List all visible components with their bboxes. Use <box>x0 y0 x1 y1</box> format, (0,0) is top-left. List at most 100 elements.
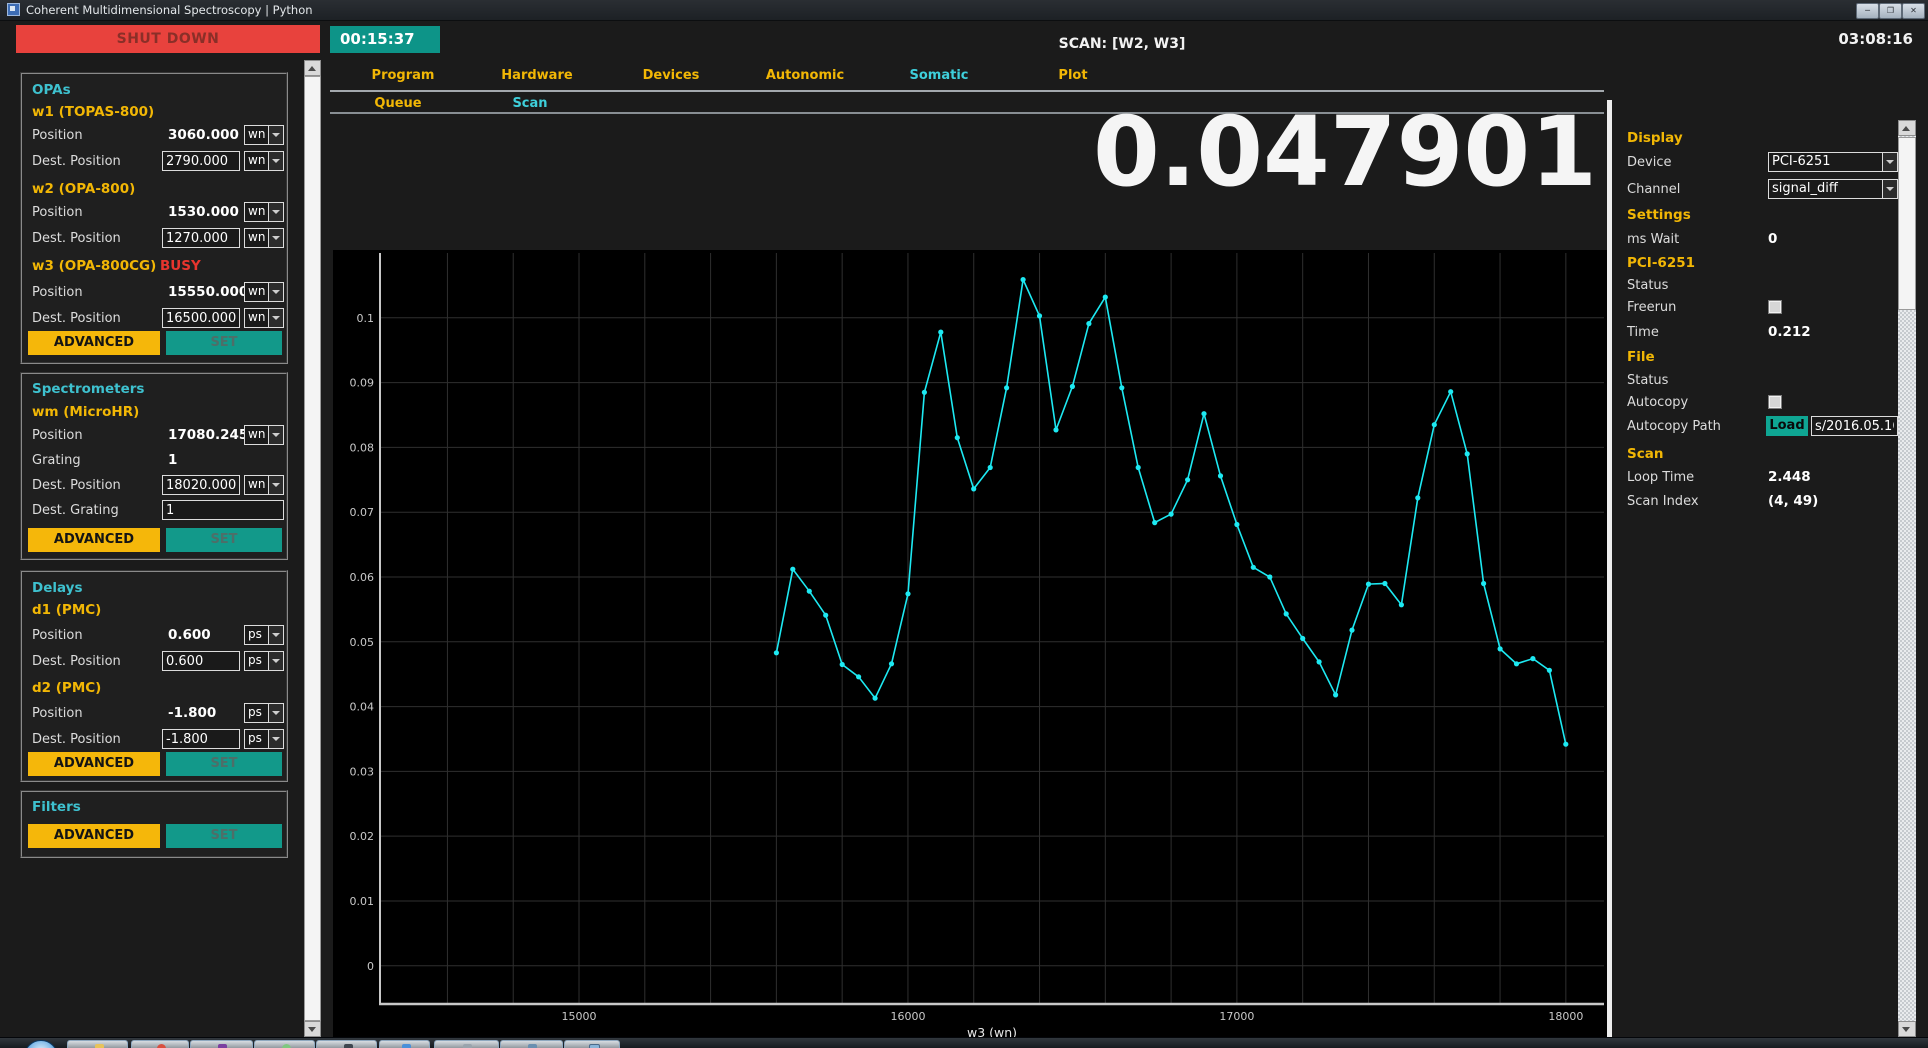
taskbar-app-2[interactable] <box>131 1040 189 1048</box>
w1-position-units-select[interactable]: wn <box>244 125 284 145</box>
ms-wait-value: 0 <box>1768 231 1777 247</box>
wm-grating-value: 1 <box>168 452 177 468</box>
channel-label: Channel <box>1627 182 1680 197</box>
d1-dest-input[interactable] <box>162 651 240 671</box>
chevron-down-icon[interactable] <box>268 152 283 170</box>
chevron-down-icon[interactable] <box>268 309 283 327</box>
chevron-down-icon[interactable] <box>268 704 283 722</box>
freerun-checkbox[interactable] <box>1768 300 1782 314</box>
scroll-up-icon[interactable] <box>1898 120 1916 136</box>
time-value: 0.212 <box>1768 324 1811 340</box>
scroll-down-icon[interactable] <box>1898 1021 1916 1037</box>
chevron-down-icon[interactable] <box>268 476 283 494</box>
svg-text:0.1: 0.1 <box>357 312 375 325</box>
d2-dest-input[interactable] <box>162 729 240 749</box>
taskbar-app-1[interactable] <box>67 1040 128 1048</box>
svg-text:0.09: 0.09 <box>350 377 375 390</box>
tab-hardware[interactable]: Hardware <box>470 64 604 88</box>
app-icon <box>528 1044 537 1048</box>
start-button[interactable] <box>24 1040 58 1048</box>
tab-devices[interactable]: Devices <box>604 64 738 88</box>
chevron-down-icon[interactable] <box>268 203 283 221</box>
autocopy-path-label: Autocopy Path <box>1627 419 1721 434</box>
chevron-down-icon[interactable] <box>268 626 283 644</box>
wm-dest-units-select[interactable]: wn <box>244 475 284 495</box>
taskbar-app-3[interactable] <box>190 1040 253 1048</box>
taskbar-app-5[interactable] <box>316 1040 377 1048</box>
right-panel-scrollbar[interactable] <box>1898 120 1916 1037</box>
w1-dest-input[interactable] <box>162 151 240 171</box>
opas-advanced-button[interactable]: ADVANCED <box>28 331 160 355</box>
svg-text:0.03: 0.03 <box>350 765 375 778</box>
taskbar-app-4[interactable] <box>254 1040 315 1048</box>
autocopy-path-input[interactable] <box>1811 416 1898 436</box>
svg-text:0.02: 0.02 <box>350 830 375 843</box>
w3-busy-badge: BUSY <box>160 258 201 274</box>
svg-text:0.06: 0.06 <box>350 571 375 584</box>
delays-advanced-button[interactable]: ADVANCED <box>28 752 160 776</box>
d1-position-units-select[interactable]: ps <box>244 625 284 645</box>
w3-dest-units-select[interactable]: wn <box>244 308 284 328</box>
chevron-down-icon[interactable] <box>268 652 283 670</box>
chevron-down-icon[interactable] <box>268 126 283 144</box>
chevron-down-icon[interactable] <box>1882 180 1897 198</box>
w1-dest-units-select[interactable]: wn <box>244 151 284 171</box>
d2-dest-units-select[interactable]: ps <box>244 729 284 749</box>
scan-plot-canvas: 00.010.020.030.040.050.060.070.080.090.1… <box>333 250 1607 1037</box>
w3-position-units-select[interactable]: wn <box>244 282 284 302</box>
tab-autonomic[interactable]: Autonomic <box>738 64 872 88</box>
subtab-queue[interactable]: Queue <box>336 94 460 114</box>
spectrometers-set-button[interactable]: SET <box>166 528 282 552</box>
close-icon[interactable]: ✕ <box>1902 3 1925 19</box>
tab-program[interactable]: Program <box>336 64 470 88</box>
wm-position-units-select[interactable]: wn <box>244 425 284 445</box>
chevron-down-icon[interactable] <box>268 283 283 301</box>
pci-status-label: Status <box>1627 278 1668 293</box>
filters-advanced-button[interactable]: ADVANCED <box>28 824 160 848</box>
subtab-scan[interactable]: Scan <box>468 94 592 114</box>
scroll-down-icon[interactable] <box>304 1021 321 1037</box>
chevron-down-icon[interactable] <box>268 229 283 247</box>
panel-splitter[interactable] <box>1607 100 1612 1037</box>
load-button[interactable]: Load <box>1766 416 1808 436</box>
d2-position-units-select[interactable]: ps <box>244 703 284 723</box>
tab-somatic[interactable]: Somatic <box>872 64 1006 88</box>
taskbar-app-9[interactable] <box>564 1040 620 1048</box>
delays-set-button[interactable]: SET <box>166 752 282 776</box>
opas-set-button[interactable]: SET <box>166 331 282 355</box>
scrollbar-thumb[interactable] <box>304 76 321 1021</box>
scroll-up-icon[interactable] <box>304 60 321 76</box>
svg-text:w3 (wn): w3 (wn) <box>967 1025 1017 1037</box>
app-window: Coherent Multidimensional Spectroscopy |… <box>0 0 1928 1048</box>
channel-select[interactable]: signal_diff <box>1768 179 1898 199</box>
app-icon <box>7 3 20 16</box>
w2-position-value: 1530.000 <box>168 204 239 220</box>
taskbar-app-8[interactable] <box>500 1040 563 1048</box>
chevron-down-icon[interactable] <box>1882 153 1897 171</box>
main-vertical-scrollbar[interactable] <box>304 60 321 1037</box>
wm-dest-grating-input[interactable] <box>162 500 284 520</box>
chevron-down-icon[interactable] <box>268 730 283 748</box>
w3-dest-input[interactable] <box>162 308 240 328</box>
minimize-icon[interactable]: ─ <box>1856 3 1879 19</box>
autocopy-checkbox[interactable] <box>1768 395 1782 409</box>
d2-position-value: -1.800 <box>168 705 216 721</box>
tab-plot[interactable]: Plot <box>1006 64 1140 88</box>
taskbar-app-6[interactable] <box>379 1040 430 1048</box>
d1-dest-units-select[interactable]: ps <box>244 651 284 671</box>
spectrometers-advanced-button[interactable]: ADVANCED <box>28 528 160 552</box>
w2-dest-input[interactable] <box>162 228 240 248</box>
wm-dest-position-input[interactable] <box>162 475 240 495</box>
svg-text:0.01: 0.01 <box>350 895 375 908</box>
w2-position-units-select[interactable]: wn <box>244 202 284 222</box>
device-select[interactable]: PCI-6251 <box>1768 152 1898 172</box>
scrollbar-thumb[interactable] <box>1898 137 1916 310</box>
app-icon <box>589 1044 600 1048</box>
maximize-icon[interactable]: ❐ <box>1879 3 1902 19</box>
chevron-down-icon[interactable] <box>268 426 283 444</box>
shutdown-button[interactable]: SHUT DOWN <box>16 25 320 53</box>
taskbar-app-7[interactable] <box>434 1040 499 1048</box>
filters-set-button[interactable]: SET <box>166 824 282 848</box>
wm-grating-label: Grating <box>32 453 81 468</box>
w2-dest-units-select[interactable]: wn <box>244 228 284 248</box>
